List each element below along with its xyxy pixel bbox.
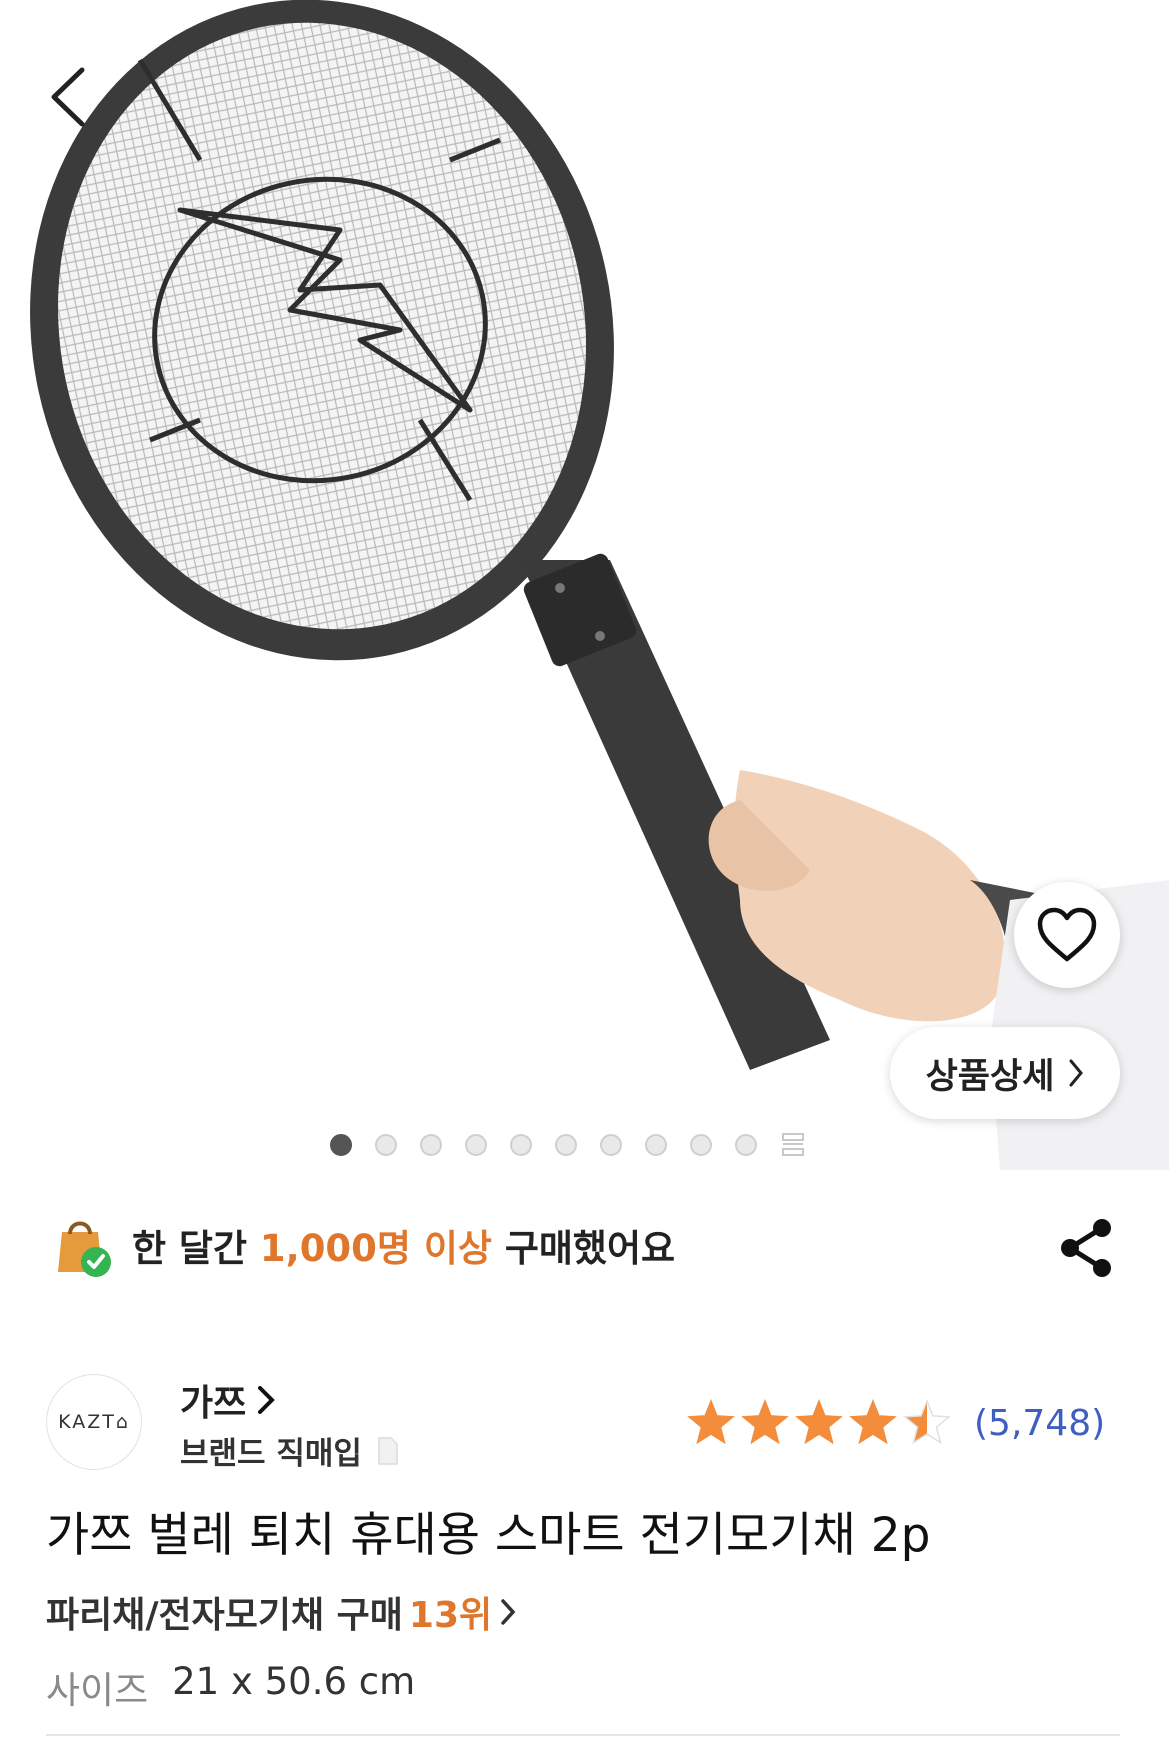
more-images-icon[interactable] bbox=[780, 1132, 806, 1158]
product-photo bbox=[30, 0, 1169, 1170]
purchase-highlight: 1,000명 이상 bbox=[259, 1227, 492, 1270]
star-icon bbox=[795, 1398, 843, 1445]
share-icon bbox=[1061, 1219, 1111, 1277]
brand-name: 가쯔 bbox=[180, 1383, 247, 1424]
pagination-dot[interactable] bbox=[465, 1134, 487, 1156]
brand-direct-purchase: 브랜드 직매입 bbox=[180, 1428, 400, 1473]
gallery-pagination[interactable] bbox=[330, 1132, 806, 1158]
product-image-gallery[interactable]: 상품상세 bbox=[0, 0, 1169, 1170]
back-button[interactable] bbox=[44, 62, 104, 132]
rating-stars bbox=[687, 1398, 951, 1445]
product-rating[interactable]: (5,748) bbox=[686, 1398, 1105, 1448]
pagination-dot[interactable] bbox=[510, 1134, 532, 1156]
review-count[interactable]: (5,748) bbox=[974, 1403, 1105, 1444]
chevron-right-icon bbox=[1069, 1059, 1084, 1087]
brand-logo[interactable]: KAZT⌂ bbox=[46, 1374, 142, 1470]
product-title: 가쯔 벌레 퇴치 휴대용 스마트 전기모기채 2p bbox=[46, 1508, 931, 1563]
size-value: 21 x 50.6 cm bbox=[172, 1660, 416, 1703]
category-rank-link[interactable]: 파리채/전자모기채 구매 13위 bbox=[46, 1586, 518, 1638]
size-spec: 사이즈 21 x 50.6 cm bbox=[46, 1660, 415, 1714]
size-label: 사이즈 bbox=[46, 1669, 149, 1712]
document-icon bbox=[378, 1436, 398, 1465]
chevron-right-icon bbox=[258, 1386, 276, 1414]
pagination-dot[interactable] bbox=[555, 1134, 577, 1156]
wishlist-button[interactable] bbox=[1014, 882, 1120, 988]
product-detail-label: 상품상세 bbox=[925, 1056, 1055, 1097]
section-divider bbox=[46, 1734, 1120, 1736]
pagination-dot[interactable] bbox=[690, 1134, 712, 1156]
pagination-dot[interactable] bbox=[735, 1134, 757, 1156]
pagination-dot[interactable] bbox=[600, 1134, 622, 1156]
star-icon bbox=[687, 1398, 735, 1445]
rank-category: 파리채/전자모기채 구매 bbox=[46, 1595, 403, 1636]
rank-number: 13위 bbox=[408, 1595, 493, 1636]
purchase-count-banner: 한 달간 1,000명 이상 구매했어요 bbox=[48, 1210, 675, 1280]
pagination-dot[interactable] bbox=[330, 1134, 352, 1156]
star-icon bbox=[903, 1398, 951, 1445]
star-icon bbox=[849, 1398, 897, 1445]
pagination-dot[interactable] bbox=[645, 1134, 667, 1156]
brand-subtitle: 브랜드 직매입 bbox=[180, 1436, 362, 1472]
purchase-count-text: 한 달간 1,000명 이상 구매했어요 bbox=[132, 1218, 675, 1272]
chevron-right-icon bbox=[501, 1599, 516, 1625]
shopping-bag-check-icon bbox=[58, 1221, 111, 1277]
brand-name-link[interactable]: 가쯔 bbox=[180, 1374, 276, 1426]
pagination-dot[interactable] bbox=[420, 1134, 442, 1156]
star-icon bbox=[741, 1398, 789, 1445]
share-button[interactable] bbox=[1056, 1216, 1116, 1280]
pagination-dot[interactable] bbox=[375, 1134, 397, 1156]
purchase-suffix: 구매했어요 bbox=[491, 1227, 676, 1270]
chevron-left-icon bbox=[51, 67, 85, 127]
purchase-prefix: 한 달간 bbox=[132, 1227, 260, 1270]
product-detail-button[interactable]: 상품상세 bbox=[890, 1027, 1120, 1119]
heart-icon bbox=[1037, 907, 1097, 962]
